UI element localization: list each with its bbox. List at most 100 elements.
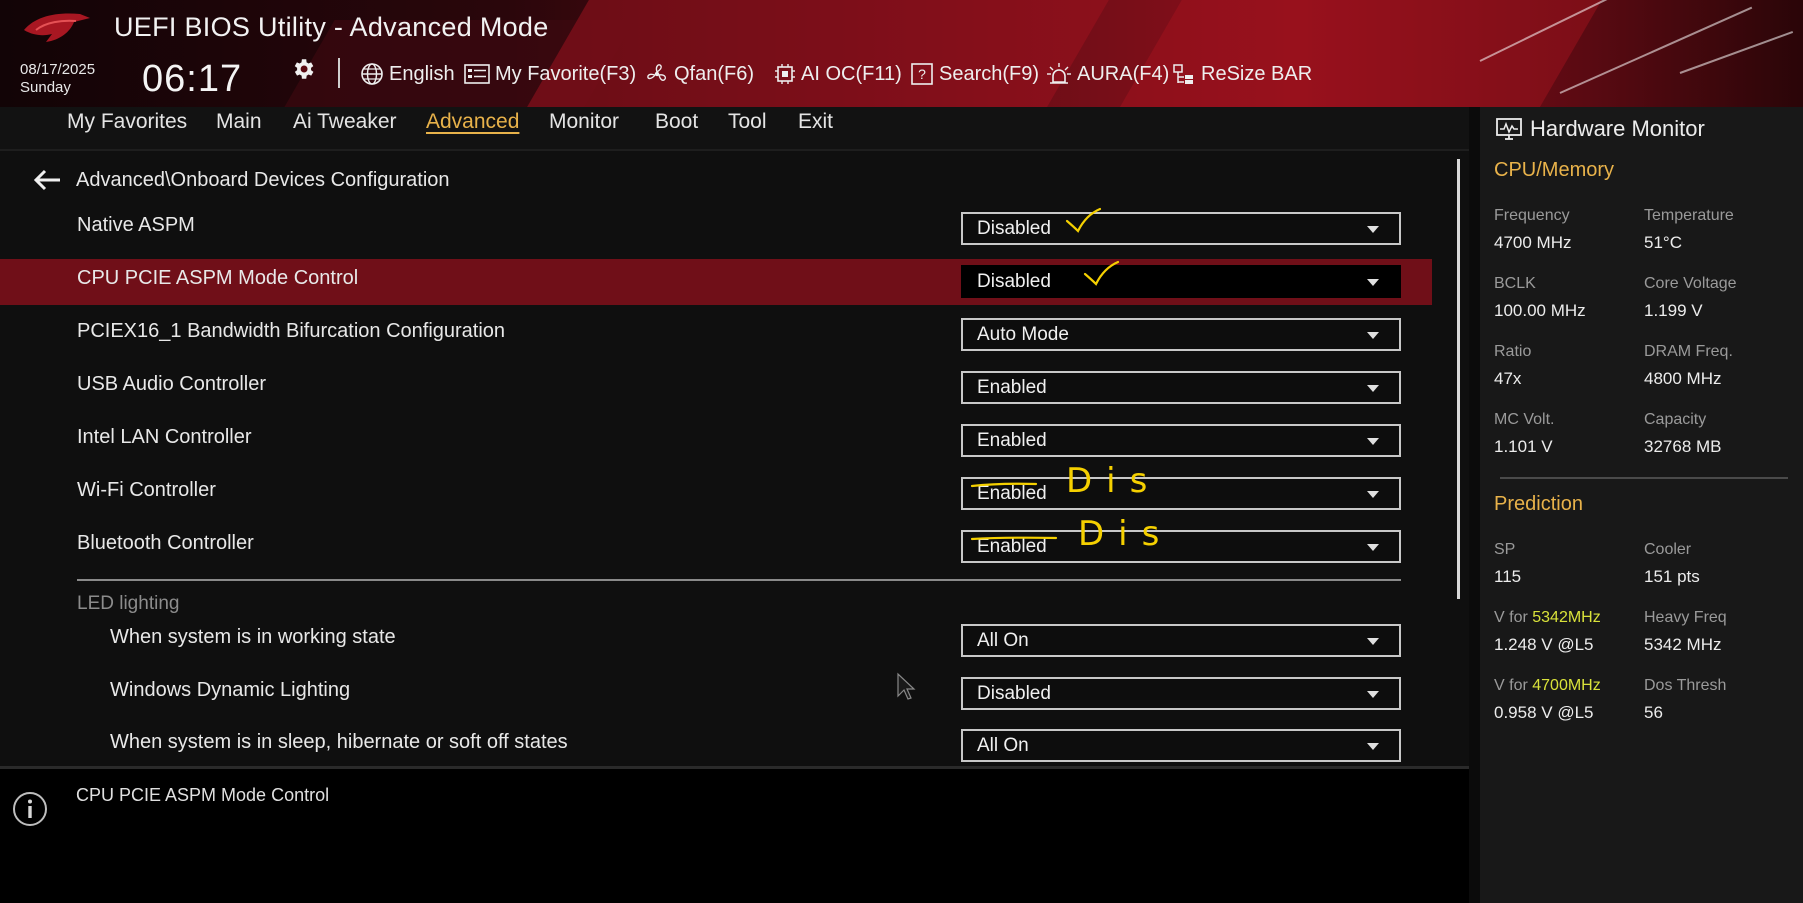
setting-row-pciex16-bifurcation[interactable]: PCIEX16_1 Bandwidth Bifurcation Configur… (0, 312, 1432, 358)
setting-label: When system is in working state (110, 626, 396, 648)
monitor-icon (1496, 118, 1522, 140)
v-for-label: V for (1494, 677, 1528, 694)
v-for-1-frequency: 5342MHz (1532, 609, 1601, 626)
dram-freq-label: DRAM Freq. (1644, 343, 1733, 360)
help-description: CPU PCIE ASPM Mode Control (76, 785, 330, 805)
clock[interactable]: 06:17 (142, 58, 242, 101)
windows-dynamic-lighting-select[interactable]: Disabled (961, 677, 1401, 710)
caret-down-icon (1367, 279, 1379, 286)
selected-value: Enabled (977, 377, 1047, 398)
caret-down-icon (1367, 332, 1379, 339)
prediction-heading: Prediction (1494, 493, 1583, 515)
aura-label: AURA(F4) (1077, 62, 1170, 85)
setting-label: Native ASPM (77, 214, 195, 236)
caret-down-icon (1367, 691, 1379, 698)
heavy-freq-value: 5342 MHz (1644, 635, 1722, 654)
settings-panel: Advanced\Onboard Devices Configuration N… (0, 149, 1469, 766)
setting-row-led-working[interactable]: When system is in working state All On (0, 618, 1432, 664)
search-button[interactable]: ? Search(F9) (910, 60, 1039, 88)
qfan-button[interactable]: Qfan(F6) (645, 60, 754, 88)
sp-label: SP (1494, 541, 1516, 558)
v-for-2-value: 0.958 V @L5 (1494, 703, 1594, 722)
setting-row-bluetooth[interactable]: Bluetooth Controller Enabled (0, 524, 1432, 570)
sp-value: 115 (1494, 567, 1522, 586)
setting-label: When system is in sleep, hibernate or so… (110, 731, 568, 753)
v-for-1-value: 1.248 V @L5 (1494, 635, 1594, 654)
dos-thresh-value: 56 (1644, 703, 1663, 722)
cpu-memory-heading: CPU/Memory (1494, 159, 1615, 181)
bluetooth-select[interactable]: Enabled (961, 530, 1401, 563)
temperature-value: 51°C (1644, 233, 1682, 252)
setting-label: Windows Dynamic Lighting (110, 679, 351, 701)
setting-row-native-aspm[interactable]: Native ASPM Disabled (0, 206, 1432, 252)
selected-value: All On (977, 735, 1029, 756)
vertical-scrollbar[interactable] (1457, 159, 1460, 599)
help-panel: CPU PCIE ASPM Mode Control (0, 766, 1469, 903)
aura-light-icon (1047, 63, 1071, 84)
ratio-label: Ratio (1494, 343, 1532, 360)
my-favorite-button[interactable]: My Favorite(F3) (464, 60, 636, 88)
panel-top-border (0, 149, 1469, 151)
mc-volt-label: MC Volt. (1494, 411, 1555, 428)
breadcrumb: Advanced\Onboard Devices Configuration (76, 169, 450, 191)
tab-main[interactable]: Main (216, 110, 262, 134)
tab-monitor[interactable]: Monitor (549, 110, 619, 134)
mc-volt-value: 1.101 V (1494, 437, 1553, 456)
tab-advanced[interactable]: Advanced (426, 110, 519, 134)
setting-row-usb-audio[interactable]: USB Audio Controller Enabled (0, 365, 1432, 411)
v-for-2-frequency: 4700MHz (1532, 677, 1601, 694)
header-separator (338, 58, 340, 88)
language-button[interactable]: English (360, 60, 455, 88)
led-sleep-select[interactable]: All On (961, 729, 1401, 762)
tab-exit[interactable]: Exit (798, 110, 833, 134)
bclk-label: BCLK (1494, 275, 1536, 292)
mouse-pointer-icon (897, 672, 916, 700)
usb-audio-select[interactable]: Enabled (961, 371, 1401, 404)
setting-row-cpu-pcie-aspm[interactable]: CPU PCIE ASPM Mode Control Disabled (0, 259, 1432, 305)
wifi-select[interactable]: Enabled (961, 477, 1401, 510)
setting-row-led-sleep[interactable]: When system is in sleep, hibernate or so… (0, 723, 1432, 766)
selected-value: Enabled (977, 483, 1047, 504)
hardware-monitor-divider (1500, 477, 1788, 479)
cpu-pcie-aspm-select[interactable]: Disabled (961, 265, 1401, 298)
caret-down-icon (1367, 385, 1379, 392)
core-voltage-value: 1.199 V (1644, 301, 1703, 320)
tab-tool[interactable]: Tool (728, 110, 767, 134)
setting-row-intel-lan[interactable]: Intel LAN Controller Enabled (0, 418, 1432, 464)
native-aspm-select[interactable]: Disabled (961, 212, 1401, 245)
aura-button[interactable]: AURA(F4) (1046, 60, 1169, 88)
cooler-label: Cooler (1644, 541, 1692, 558)
caret-down-icon (1367, 491, 1379, 498)
back-arrow-icon[interactable] (32, 169, 62, 191)
ai-oc-button[interactable]: AI OC(F11) (774, 60, 902, 88)
hardware-monitor-title: Hardware Monitor (1530, 116, 1705, 141)
gear-icon[interactable] (290, 56, 316, 82)
tab-ai-tweaker[interactable]: Ai Tweaker (293, 110, 397, 134)
setting-row-wifi[interactable]: Wi-Fi Controller Enabled (0, 471, 1432, 517)
setting-label: CPU PCIE ASPM Mode Control (77, 267, 359, 289)
v-for-2-label: V for 4700MHz (1494, 677, 1601, 695)
heavy-freq-label: Heavy Freq (1644, 609, 1727, 626)
resize-bar-button[interactable]: ReSize BAR (1172, 60, 1312, 88)
caret-down-icon (1367, 226, 1379, 233)
intel-lan-select[interactable]: Enabled (961, 424, 1401, 457)
hardware-monitor-panel: Hardware Monitor CPU/Memory Frequency 47… (1480, 107, 1803, 903)
weekday: Sunday (20, 79, 71, 96)
setting-label: USB Audio Controller (77, 373, 266, 395)
temperature-label: Temperature (1644, 207, 1734, 224)
led-working-select[interactable]: All On (961, 624, 1401, 657)
v-for-label: V for (1494, 609, 1528, 626)
setting-label: Bluetooth Controller (77, 532, 254, 554)
tab-my-favorites[interactable]: My Favorites (67, 110, 187, 134)
selected-value: All On (977, 630, 1029, 651)
header-decoration (508, 0, 1132, 107)
core-voltage-label: Core Voltage (1644, 275, 1737, 292)
setting-label: Wi-Fi Controller (77, 479, 216, 501)
frequency-value: 4700 MHz (1494, 233, 1572, 252)
caret-down-icon (1367, 438, 1379, 445)
setting-row-windows-dynamic-lighting[interactable]: Windows Dynamic Lighting Disabled (0, 671, 1432, 717)
selected-value: Disabled (977, 218, 1051, 239)
tab-boot[interactable]: Boot (655, 110, 698, 134)
pciex16-bifurcation-select[interactable]: Auto Mode (961, 318, 1401, 351)
dram-freq-value: 4800 MHz (1644, 369, 1722, 388)
